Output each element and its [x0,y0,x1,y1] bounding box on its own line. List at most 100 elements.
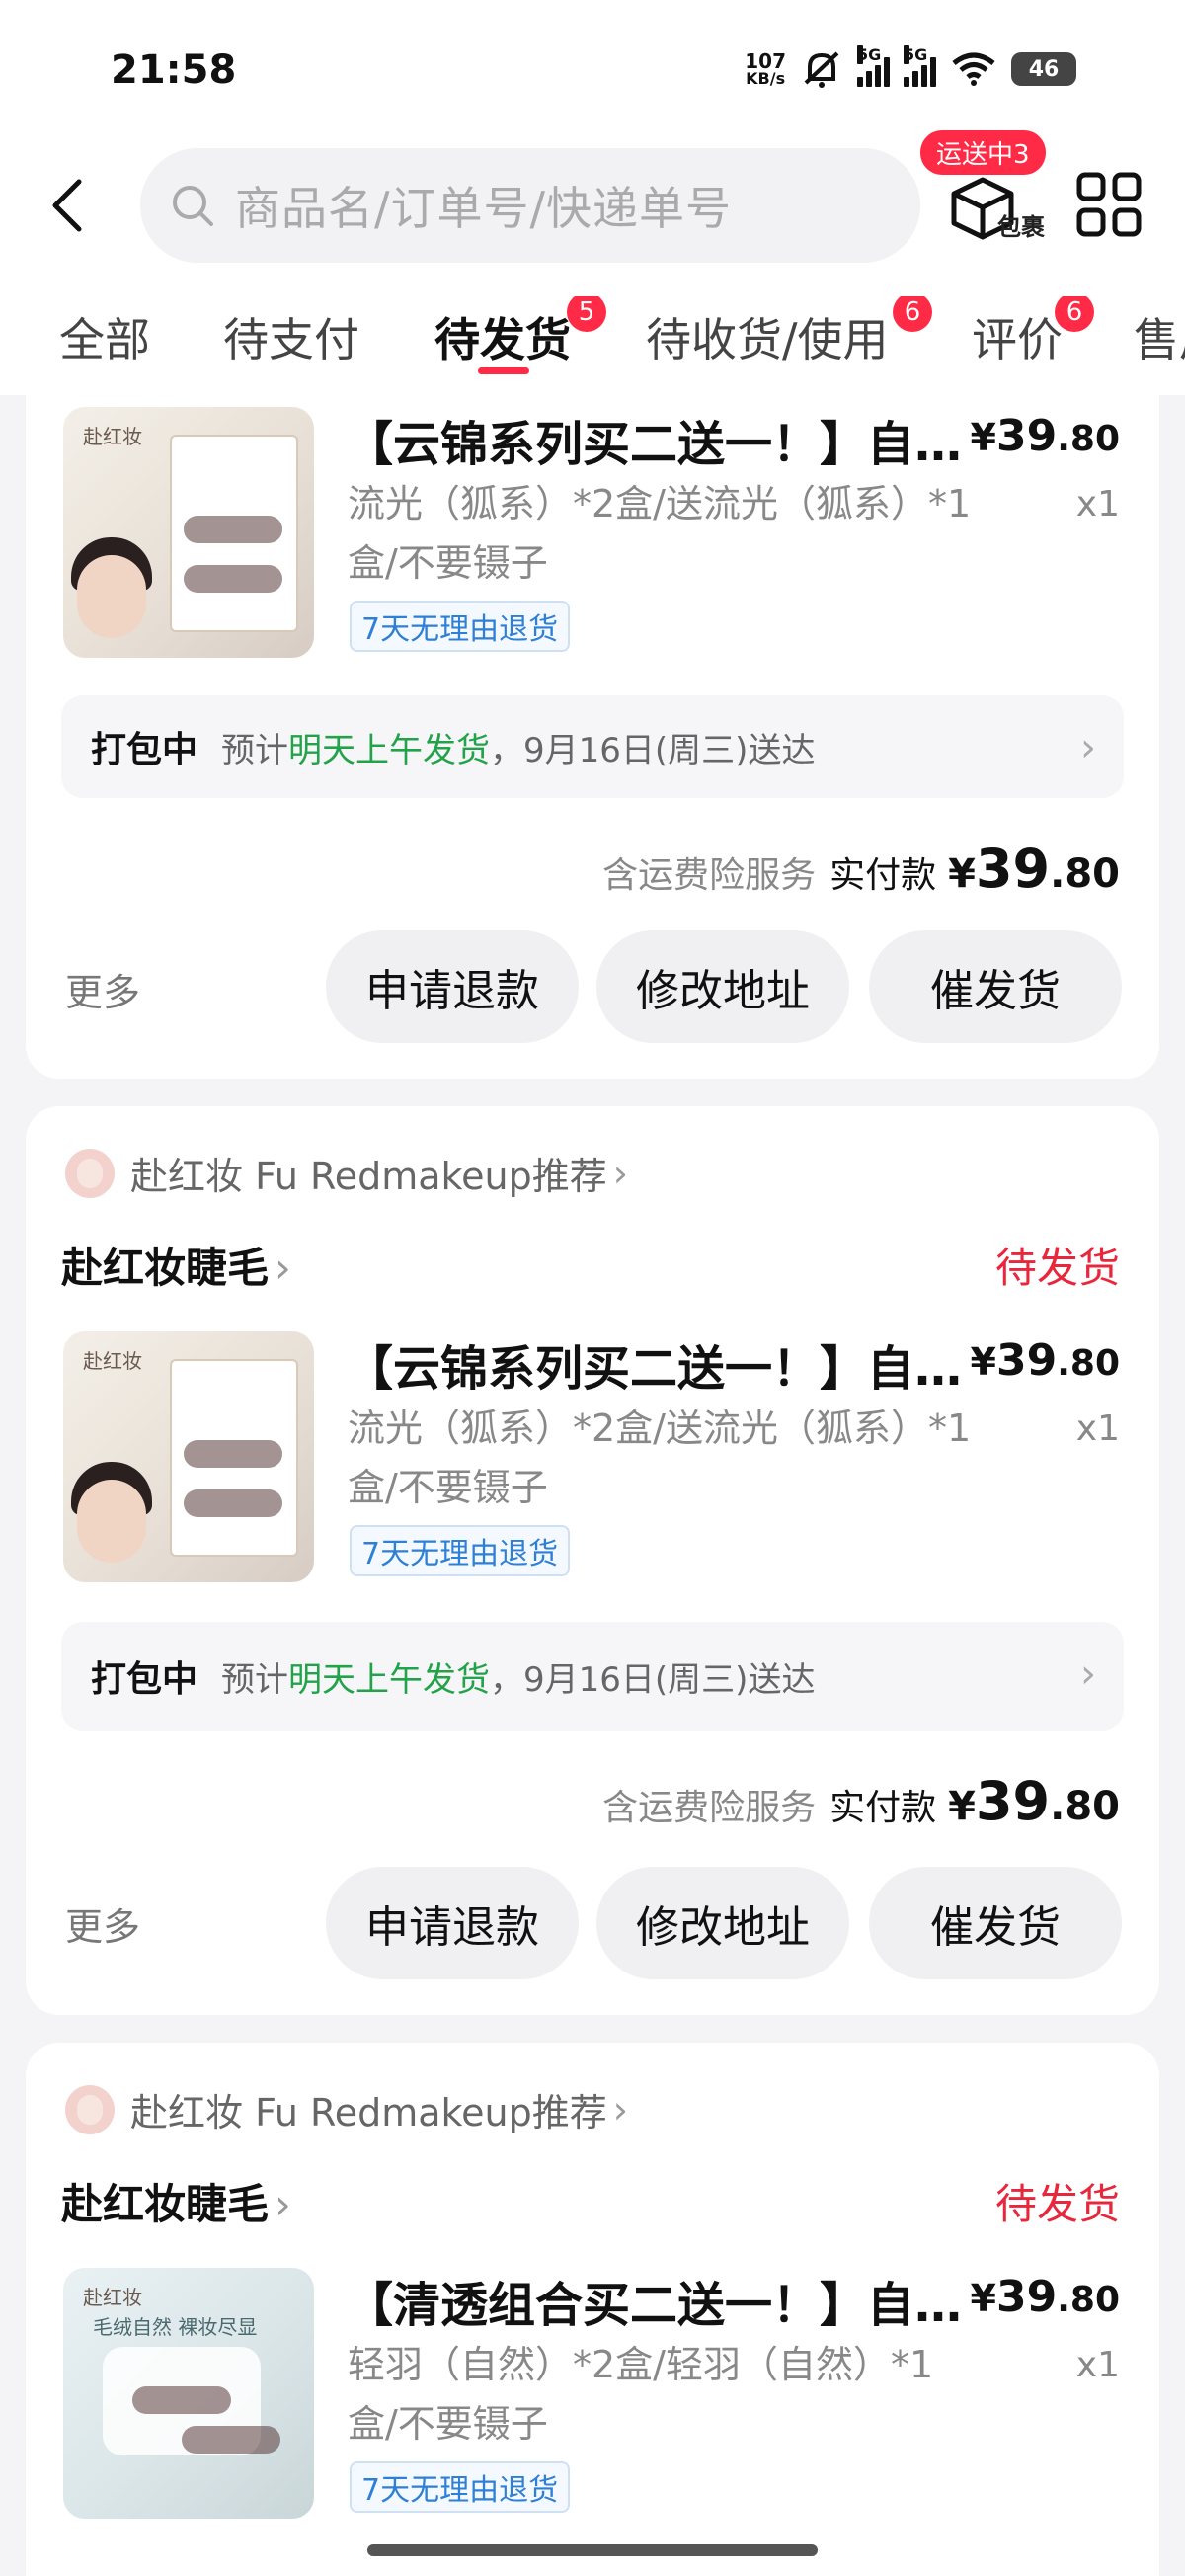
product-title[interactable]: 【清透组合买二送一！】自… [346,2266,962,2335]
paid-cents: .80 [1050,1784,1120,1829]
product-image-slogan: 毛绒自然 裸妆尽显 [93,2315,258,2339]
return-policy-tag: 7天无理由退货 [350,601,571,652]
lash-graphic [184,1440,282,1468]
tab-label: 售后 [1134,313,1185,366]
return-policy-tag: 7天无理由退货 [350,2461,571,2513]
mute-bell-icon [804,51,839,88]
active-tab-indicator [478,367,529,374]
price-int: 39 [995,1335,1058,1386]
chevron-right-icon: › [275,1244,291,1292]
tab-to-receive[interactable]: 待收货/使用 6 [646,296,932,369]
tab-label: 待收货/使用 [646,313,889,366]
signal-icon-2: 5G [904,45,936,87]
currency-symbol: ¥ [948,851,976,897]
order-status: 待发货 [994,2180,1120,2228]
shipping-status-bar[interactable]: 打包中 预计 明天上午发货 ，9月16日(周三)送达 › [61,1622,1124,1731]
model-face-graphic [77,555,146,638]
urge-shipping-button[interactable]: 催发货 [869,1867,1122,1979]
net-speed: 107 KB/s [745,51,786,87]
product-spec: 流光（狐系）*2盒/送流光（狐系）*1盒/不要镊子 [348,482,972,585]
product-image-brand: 赴红妆 [83,425,142,448]
urge-shipping-button[interactable]: 催发货 [869,930,1122,1043]
home-indicator[interactable] [367,2544,818,2556]
product-image[interactable]: 赴红妆 [63,1331,314,1582]
net-speed-value: 107 [745,49,786,73]
insurance-service: 含运费险服务 [602,1788,817,1828]
currency-symbol: ¥ [970,416,996,459]
search-bar[interactable]: 商品名/订单号/快递单号 [140,148,920,263]
tab-review[interactable]: 评价 6 [972,296,1094,369]
product-title[interactable]: 【云锦系列买二送一！】自… [346,405,962,474]
tab-all[interactable]: 全部 [59,304,150,369]
currency-symbol: ¥ [970,1340,996,1384]
order-status: 待发货 [994,1244,1120,1292]
shop-name-text: 赴红妆睫毛 [61,2180,270,2228]
sim2-label: 5G [904,45,928,64]
shipping-state: 打包中 [91,1659,198,1700]
shipping-eta: 明天上午发货 [288,1659,491,1700]
tab-label: 评价 [972,313,1063,366]
product-image-brand: 赴红妆 [83,2286,142,2309]
currency-symbol: ¥ [948,1784,976,1829]
product-price: ¥39.80 [971,1335,1120,1386]
delivery-date: ，9月16日(周三)送达 [490,1659,816,1700]
order-tabs: 全部 待支付 待发货5 待收货/使用6 评价6 售后 [0,296,1185,375]
paid-int: 39 [975,1770,1051,1832]
product-price: ¥39.80 [971,411,1120,461]
request-refund-button[interactable]: 申请退款 [326,1867,579,1979]
shipping-state: 打包中 [91,730,198,770]
search-placeholder: 商品名/订单号/快递单号 [235,182,732,235]
product-spec: 轻羽（自然）*2盒/轻羽（自然）*1盒/不要镊子 [348,2343,934,2446]
price-cents: .80 [1057,419,1120,459]
lash-graphic [132,2386,231,2414]
product-image[interactable]: 赴红妆 毛绒自然 裸妆尽显 [63,2268,314,2519]
price-int: 39 [995,2272,1058,2322]
product-qty: x1 [1075,484,1120,524]
lash-graphic [184,516,282,543]
sim1-label: 5G [857,45,882,64]
product-price: ¥39.80 [971,2272,1120,2322]
tab-label: 全部 [59,313,150,366]
paid-amount: ¥39.80 [948,838,1120,900]
order-card: 赴红妆 Fu Redmakeup推荐 › 赴红妆睫毛 › 待发货 赴红妆 【云锦系… [26,1106,1159,2015]
tab-badge: 6 [893,296,932,332]
shipping-pre: 预计 [221,730,289,770]
parcel-button[interactable]: 包裹 [948,164,1057,253]
order-card: 赴红妆 Fu Redmakeup推荐 › 赴红妆睫毛 › 待发货 赴红妆 毛绒自然… [26,2043,1159,2576]
net-speed-unit: KB/s [746,69,786,88]
more-link[interactable]: 更多 [65,962,140,1016]
shop-name[interactable]: 赴红妆睫毛 › [61,2171,291,2231]
top-bar: 21:58 107 KB/s 5G 5G 46 商品名/订单号/快递单号 运送中… [0,0,1185,395]
shop-rec-text: 赴红妆 Fu Redmakeup推荐 [130,1155,607,1198]
product-image-brand: 赴红妆 [83,1349,142,1373]
paid-label: 实付款 [830,855,937,896]
shipping-status-bar[interactable]: 打包中 预计 明天上午发货 ，9月16日(周三)送达 › [61,695,1124,798]
shop-recommendation[interactable]: 赴红妆 Fu Redmakeup推荐 › [65,2082,628,2136]
tab-to-ship[interactable]: 待发货 5 [434,296,606,369]
request-refund-button[interactable]: 申请退款 [326,930,579,1043]
delivery-date: ，9月16日(周三)送达 [490,730,816,770]
product-image[interactable]: 赴红妆 [63,407,314,658]
search-icon [173,186,213,226]
payment-summary: 含运费险服务 实付款 ¥39.80 [602,838,1120,900]
shop-name[interactable]: 赴红妆睫毛 › [61,1235,291,1295]
product-title[interactable]: 【云锦系列买二送一！】自… [346,1329,962,1399]
chevron-right-icon: › [1080,725,1096,770]
more-link[interactable]: 更多 [65,1896,140,1951]
lash-graphic [184,1489,282,1517]
shop-recommendation[interactable]: 赴红妆 Fu Redmakeup推荐 › [65,1146,628,1200]
insurance-service: 含运费险服务 [602,855,817,896]
currency-symbol: ¥ [970,2277,996,2320]
product-spec: 流光（狐系）*2盒/送流光（狐系）*1盒/不要镊子 [348,1407,972,1509]
tab-to-pay[interactable]: 待支付 [223,304,359,369]
back-icon[interactable] [47,176,87,235]
tab-after-sale[interactable]: 售后 [1134,304,1185,369]
change-address-button[interactable]: 修改地址 [596,930,849,1043]
change-address-button[interactable]: 修改地址 [596,1867,849,1979]
signal-icon-1: 5G [857,45,890,87]
payment-summary: 含运费险服务 实付款 ¥39.80 [602,1770,1120,1832]
paid-amount: ¥39.80 [948,1770,1120,1832]
shipping-pre: 预计 [221,1659,289,1700]
grid-menu-icon[interactable] [1076,172,1142,237]
product-qty: x1 [1075,2345,1120,2385]
